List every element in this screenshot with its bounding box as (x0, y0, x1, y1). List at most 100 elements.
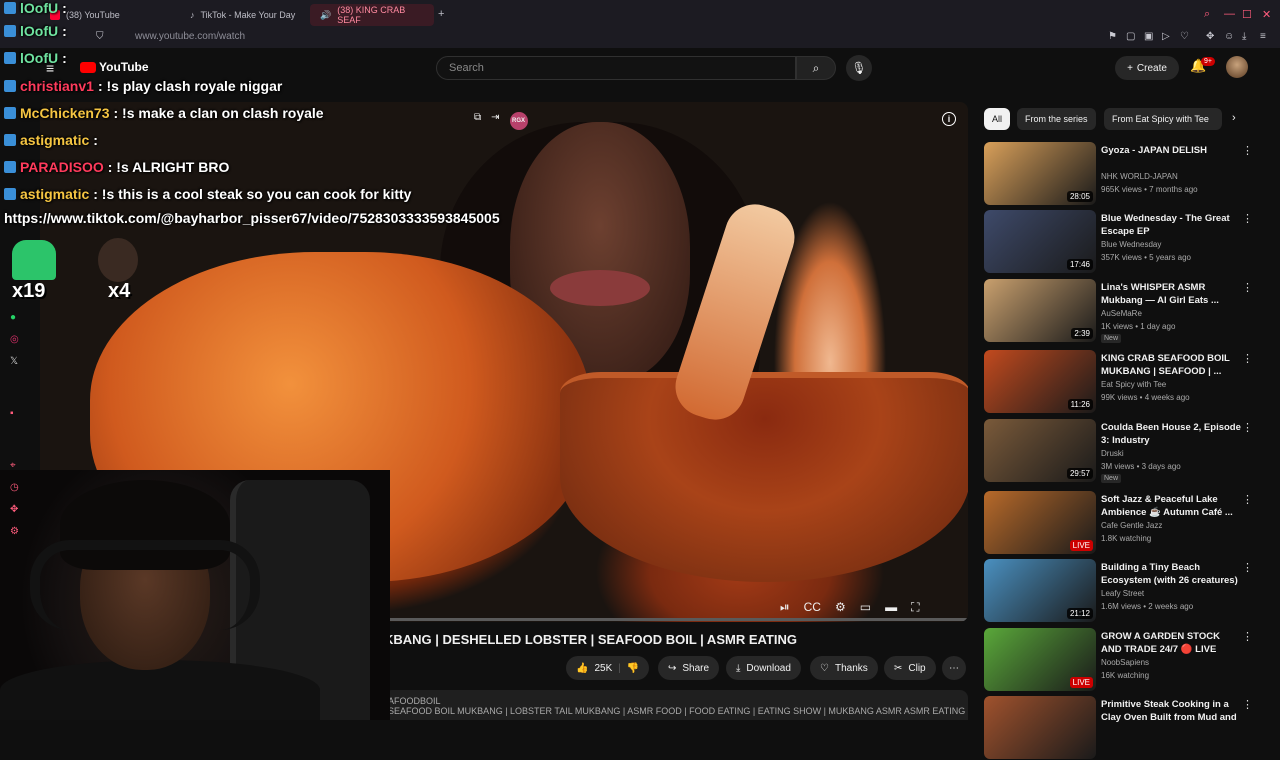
chevron-right-icon[interactable]: › (1232, 112, 1236, 124)
recommendation-title[interactable]: KING CRAB SEAFOOD BOIL MUKBANG | SEAFOOD… (1101, 352, 1241, 378)
thumbs-down-icon[interactable]: 👎 (627, 663, 639, 674)
url-field[interactable]: www.youtube.com/watch (135, 31, 245, 42)
recommendation-channel[interactable]: NoobSapiens (1101, 658, 1149, 667)
kebab-menu-icon[interactable]: ⋮ (1242, 698, 1253, 711)
recommendation-title[interactable]: Lina's WHISPER ASMR Mukbang — Al Girl Ea… (1101, 281, 1241, 307)
kebab-menu-icon[interactable]: ⋮ (1242, 352, 1253, 365)
recommendation-item[interactable]: 2:39 Lina's WHISPER ASMR Mukbang — Al Gir… (984, 279, 1254, 343)
tab-king-crab[interactable]: 🔊 (38) KING CRAB SEAF (310, 4, 434, 26)
recommendation-item[interactable]: LIVE Soft Jazz & Peaceful Lake Ambience ☕… (984, 491, 1254, 555)
recommendation-title[interactable]: Primitive Steak Cooking in a Clay Oven B… (1101, 698, 1241, 724)
account-icon[interactable]: ☺ (1224, 31, 1234, 42)
shield-icon[interactable]: ⛉ (96, 31, 104, 42)
kebab-menu-icon[interactable]: ⋮ (1242, 421, 1253, 434)
clip-button[interactable]: ✂ Clip (884, 656, 936, 680)
copy-icon[interactable]: ⧉ (474, 112, 481, 130)
recommendation-item[interactable]: LIVE GROW A GARDEN STOCK AND TRADE 24/7 🔴… (984, 628, 1254, 692)
miniplayer-icon[interactable]: ▭ (860, 600, 871, 615)
recommendation-thumbnail[interactable]: 21:12 (984, 559, 1096, 622)
recommendation-title[interactable]: Gyoza - JAPAN DELISH (1101, 144, 1241, 157)
heart-icon[interactable]: ♡ (1180, 31, 1189, 42)
captions-icon[interactable]: CC (804, 600, 821, 615)
pocket-icon[interactable]: ▣ (1144, 31, 1153, 42)
recommendation-title[interactable]: Soft Jazz & Peaceful Lake Ambience ☕ Aut… (1101, 493, 1241, 519)
info-icon[interactable]: i (942, 112, 956, 126)
whatsapp-icon[interactable]: ● (10, 312, 22, 324)
settings-gear-icon[interactable]: ⚙ (835, 600, 846, 615)
tab-tiktok[interactable]: ♪ TikTok - Make Your Day (180, 4, 310, 26)
recommendation-channel[interactable]: AuSeMaRe (1101, 309, 1142, 318)
like-button[interactable]: 👍 25K | 👎 (566, 656, 650, 680)
recommendation-thumbnail[interactable] (984, 696, 1096, 759)
recommendation-channel[interactable]: Cafe Gentle Jazz (1101, 521, 1162, 530)
recommendation-channel[interactable]: Eat Spicy with Tee (1101, 380, 1166, 389)
create-button[interactable]: + Create (1115, 56, 1179, 80)
clock-icon[interactable]: ◷ (10, 482, 22, 494)
recommendation-channel[interactable]: Druski (1101, 449, 1124, 458)
recommendation-channel[interactable]: Leafy Street (1101, 589, 1144, 598)
recommendation-item[interactable]: 28:05 Gyoza - JAPAN DELISH NHK WORLD-JAPAN… (984, 142, 1254, 206)
video-description[interactable]: AFOODBOIL SEAFOOD BOIL MUKBANG | LOBSTER… (384, 690, 968, 720)
recommendation-thumbnail[interactable]: LIVE (984, 628, 1096, 691)
new-tab-button[interactable]: + (438, 8, 444, 20)
recommendation-thumbnail[interactable]: LIVE (984, 491, 1096, 554)
user-avatar[interactable] (1226, 56, 1248, 78)
recommendation-channel[interactable]: Blue Wednesday (1101, 240, 1161, 249)
kebab-menu-icon[interactable]: ⋮ (1242, 212, 1253, 225)
recommendation-title[interactable]: Coulda Been House 2, Episode 3: Industry (1101, 421, 1241, 447)
kebab-menu-icon[interactable]: ⋮ (1242, 561, 1253, 574)
youtube-logo[interactable]: YouTube (80, 60, 149, 74)
maximize-icon[interactable]: ☐ (1242, 8, 1252, 21)
kebab-menu-icon[interactable]: ⋮ (1242, 144, 1253, 157)
recommendation-item[interactable]: 17:46 Blue Wednesday - The Great Escape E… (984, 210, 1254, 274)
recommendation-item[interactable]: 21:12 Building a Tiny Beach Ecosystem (wi… (984, 559, 1254, 623)
kebab-menu-icon[interactable]: ⋮ (1242, 630, 1253, 643)
chip-from-series[interactable]: From the series (1017, 108, 1096, 130)
pin-icon[interactable]: ⌖ (10, 460, 22, 472)
search-input[interactable]: Search (436, 56, 796, 80)
recommendation-title[interactable]: Blue Wednesday - The Great Escape EP (1101, 212, 1241, 238)
screenshot-icon[interactable]: ▢ (1126, 31, 1135, 42)
autoplay-toggle-icon[interactable]: ⏯ (780, 600, 790, 615)
recommendation-title[interactable]: Building a Tiny Beach Ecosystem (with 26… (1101, 561, 1241, 587)
play-icon[interactable]: ▷ (1162, 31, 1170, 42)
recommendation-channel[interactable]: NHK WORLD-JAPAN (1101, 172, 1178, 181)
recommendation-item[interactable]: 11:26 KING CRAB SEAFOOD BOIL MUKBANG | SE… (984, 350, 1254, 414)
recommendation-item[interactable]: Primitive Steak Cooking in a Clay Oven B… (984, 696, 1254, 760)
settings-icon[interactable]: ⚙ (10, 526, 22, 538)
enter-icon[interactable]: ⇥ (491, 112, 499, 130)
live-badge: LIVE (1069, 540, 1093, 551)
recommendation-title[interactable]: GROW A GARDEN STOCK AND TRADE 24/7 🔴 LIV… (1101, 630, 1241, 656)
puzzle-icon[interactable]: ✥ (10, 504, 22, 516)
search-tabs-icon[interactable]: ⌕ (1204, 8, 1210, 21)
more-actions-button[interactable]: ⋯ (942, 656, 966, 680)
download-icon[interactable]: ⤓ (1242, 31, 1246, 42)
kebab-menu-icon[interactable]: ⋮ (1242, 281, 1253, 294)
instagram-icon[interactable]: ◎ (10, 334, 22, 346)
recommendation-meta: 1.8K watching (1101, 534, 1152, 543)
recommendation-thumbnail[interactable]: 2:39 (984, 279, 1096, 342)
theater-mode-icon[interactable]: ▬ (885, 600, 897, 615)
kebab-menu-icon[interactable]: ⋮ (1242, 493, 1253, 506)
download-button[interactable]: ⤓ Download (726, 656, 801, 680)
recommendation-thumbnail[interactable]: 29:57 (984, 419, 1096, 482)
close-icon[interactable]: ✕ (1262, 8, 1271, 21)
recommendation-thumbnail[interactable]: 11:26 (984, 350, 1096, 413)
rgx-badge[interactable]: RGX (509, 112, 528, 130)
share-button[interactable]: ↪ Share (658, 656, 720, 680)
fullscreen-icon[interactable]: ⛶ (911, 600, 919, 615)
chip-all[interactable]: All (984, 108, 1011, 130)
menu-icon[interactable]: ≡ (1260, 31, 1266, 42)
recommendation-thumbnail[interactable]: 17:46 (984, 210, 1096, 273)
recommendation-item[interactable]: 29:57 Coulda Been House 2, Episode 3: Ind… (984, 419, 1254, 483)
chip-from-channel[interactable]: From Eat Spicy with Tee (1104, 108, 1222, 130)
bookmark-icon[interactable]: ⚑ (1108, 31, 1117, 42)
voice-search-button[interactable]: 🎙 (846, 55, 872, 81)
x-icon[interactable]: 𝕏 (10, 356, 22, 368)
minimize-icon[interactable]: — (1224, 8, 1235, 20)
search-button[interactable]: ⌕ (796, 56, 836, 80)
pink-square-icon[interactable]: ▪ (10, 408, 22, 420)
thanks-button[interactable]: ♡ Thanks (810, 656, 878, 680)
extensions-icon[interactable]: ✥ (1206, 31, 1214, 42)
recommendation-thumbnail[interactable]: 28:05 (984, 142, 1096, 205)
